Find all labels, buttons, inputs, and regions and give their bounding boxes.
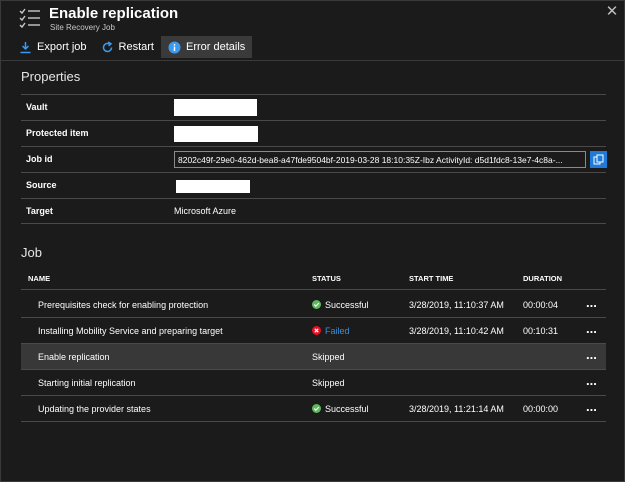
table-row[interactable]: Prerequisites check for enabling protect… xyxy=(21,292,606,318)
page-title: Enable replication xyxy=(49,5,179,22)
table-row[interactable]: Installing Mobility Service and preparin… xyxy=(21,318,606,344)
job-name: Installing Mobility Service and preparin… xyxy=(38,326,223,336)
job-name: Updating the provider states xyxy=(38,404,151,414)
success-icon xyxy=(312,300,321,309)
properties-heading: Properties xyxy=(21,69,81,84)
property-label: Source xyxy=(26,180,57,190)
toolbar: Export job Restart Error details xyxy=(12,36,253,58)
redacted-value xyxy=(174,99,257,116)
property-row-protected-item: Protected item xyxy=(21,120,606,146)
error-details-button[interactable]: Error details xyxy=(161,36,253,58)
property-row-source: Source xyxy=(21,172,606,198)
checklist-icon xyxy=(19,7,41,29)
status-text: Successful xyxy=(325,300,369,310)
error-details-label: Error details xyxy=(186,41,246,53)
copy-icon xyxy=(593,154,604,165)
job-duration: 00:10:31 xyxy=(523,326,559,336)
job-name: Prerequisites check for enabling protect… xyxy=(38,300,209,310)
job-duration: 00:00:00 xyxy=(523,404,559,414)
status-text[interactable]: Failed xyxy=(325,326,350,336)
redacted-value xyxy=(174,126,258,142)
property-value: Microsoft Azure xyxy=(174,206,237,216)
restart-label: Restart xyxy=(118,41,154,53)
toolbar-divider xyxy=(0,60,625,61)
property-label: Vault xyxy=(26,102,48,112)
download-icon xyxy=(19,41,32,54)
property-label: Protected item xyxy=(26,128,89,138)
status-text: Successful xyxy=(325,404,369,414)
column-header-duration: DURATION xyxy=(523,274,563,283)
copy-button[interactable] xyxy=(590,151,607,168)
table-row[interactable]: Updating the provider states Successful … xyxy=(21,396,606,422)
job-duration: 00:00:04 xyxy=(523,300,559,310)
property-row-target: Target Microsoft Azure xyxy=(21,198,606,224)
redacted-value xyxy=(176,180,250,193)
job-status: Successful xyxy=(312,300,369,310)
job-name: Starting initial replication xyxy=(38,378,136,388)
job-status: Skipped xyxy=(312,352,345,362)
blade-header: Enable replication Site Recovery Job ✕ xyxy=(0,0,625,35)
job-name: Enable replication xyxy=(38,352,110,362)
property-row-vault: Vault xyxy=(21,94,606,120)
property-row-job-id: Job id 8202c49f-29e0-462d-bea8-a47fde950… xyxy=(21,146,607,172)
more-options-button[interactable]: ... xyxy=(586,374,602,390)
column-header-status: STATUS xyxy=(312,274,341,283)
property-label: Job id xyxy=(26,154,53,164)
job-id-value: 8202c49f-29e0-462d-bea8-a47fde9504bf-201… xyxy=(178,155,563,165)
table-row[interactable]: Enable replication Skipped ... xyxy=(21,344,606,370)
job-status: Successful xyxy=(312,404,369,414)
more-options-button[interactable]: ... xyxy=(586,296,602,312)
job-status: Failed xyxy=(312,326,350,336)
page-subtitle: Site Recovery Job xyxy=(50,23,115,32)
error-icon xyxy=(312,326,321,335)
column-header-name: NAME xyxy=(28,274,51,283)
job-id-field[interactable]: 8202c49f-29e0-462d-bea8-a47fde9504bf-201… xyxy=(174,151,586,168)
more-options-button[interactable]: ... xyxy=(586,322,602,338)
export-job-button[interactable]: Export job xyxy=(12,36,94,58)
job-start-time: 3/28/2019, 11:10:37 AM xyxy=(409,300,504,310)
header-divider xyxy=(21,289,606,290)
export-job-label: Export job xyxy=(37,41,87,53)
refresh-icon xyxy=(101,40,114,54)
job-start-time: 3/28/2019, 11:10:42 AM xyxy=(409,326,504,336)
job-status: Skipped xyxy=(312,378,345,388)
info-icon xyxy=(168,41,181,54)
job-heading: Job xyxy=(21,245,42,260)
job-start-time: 3/28/2019, 11:21:14 AM xyxy=(409,404,504,414)
restart-button[interactable]: Restart xyxy=(94,36,161,58)
column-header-start-time: START TIME xyxy=(409,274,454,283)
close-icon[interactable]: ✕ xyxy=(605,4,619,19)
success-icon xyxy=(312,404,321,413)
more-options-button[interactable]: ... xyxy=(586,348,602,364)
table-row[interactable]: Starting initial replication Skipped ... xyxy=(21,370,606,396)
property-label: Target xyxy=(26,206,53,216)
more-options-button[interactable]: ... xyxy=(586,400,602,416)
